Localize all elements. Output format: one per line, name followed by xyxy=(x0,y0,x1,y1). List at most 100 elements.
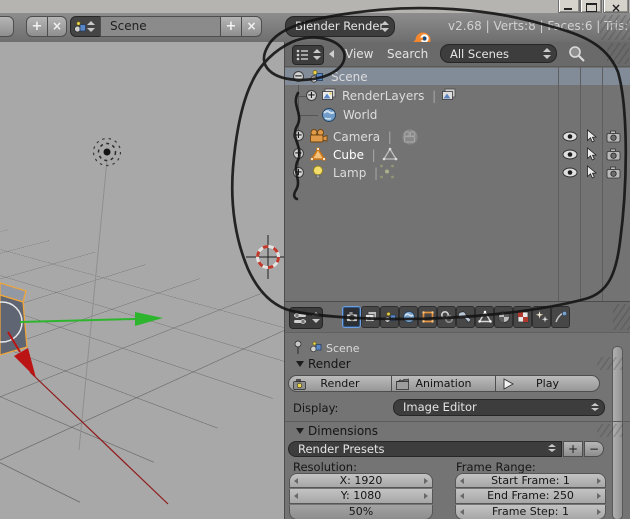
render-panel-title[interactable]: Render xyxy=(308,357,351,371)
slider-left-arrow-icon[interactable] xyxy=(294,493,298,499)
outliner-editor: View Search All Scenes − Scene + RenderL… xyxy=(285,42,630,301)
visibility-eye-icon[interactable] xyxy=(562,131,578,142)
minimize-icon xyxy=(564,8,572,10)
slider-left-arrow-icon[interactable] xyxy=(460,509,464,515)
tab-material[interactable] xyxy=(494,306,513,328)
search-icon[interactable] xyxy=(567,44,587,64)
selectability-cursor-icon[interactable] xyxy=(586,165,598,179)
collapse-menus-icon[interactable] xyxy=(329,50,334,58)
cube-object[interactable] xyxy=(0,282,28,356)
expand-icon[interactable]: + xyxy=(293,130,304,141)
breadcrumb[interactable]: Scene xyxy=(326,342,360,355)
blender-window: × + × Scene + × Blender Render v2.68 | V… xyxy=(0,0,630,519)
restore-icon xyxy=(586,3,597,12)
scene-name-field[interactable]: Scene xyxy=(100,16,221,37)
frame-range-label: Frame Range: xyxy=(456,460,536,474)
updown-arrows-icon xyxy=(87,20,95,33)
pin-icon[interactable] xyxy=(293,340,305,355)
tab-texture[interactable] xyxy=(513,306,532,328)
renderability-camera-icon[interactable] xyxy=(606,148,621,161)
play-icon xyxy=(503,378,514,390)
slider-right-arrow-icon[interactable] xyxy=(597,509,601,515)
tab-object[interactable] xyxy=(418,306,437,328)
panel-divider xyxy=(285,421,630,422)
scene-unlink-button[interactable]: × xyxy=(241,16,262,37)
slider-left-arrow-icon[interactable] xyxy=(460,478,464,484)
window-restore-button[interactable] xyxy=(580,0,602,13)
play-button[interactable]: Play xyxy=(496,375,600,392)
editor-type-dropdown[interactable] xyxy=(289,307,323,329)
scene-icon xyxy=(310,341,322,353)
tab-modifiers[interactable] xyxy=(456,306,475,328)
tab-render-layers[interactable] xyxy=(361,306,380,328)
expand-icon[interactable]: + xyxy=(306,90,317,101)
properties-corner-resize[interactable] xyxy=(613,304,630,330)
collapse-icon[interactable]: − xyxy=(293,71,304,82)
selectability-cursor-icon[interactable] xyxy=(586,147,598,161)
dimensions-panel-title[interactable]: Dimensions xyxy=(308,424,378,438)
tree-connector xyxy=(298,115,318,116)
slider-right-arrow-icon[interactable] xyxy=(597,478,601,484)
screen-add-button[interactable]: + xyxy=(26,16,48,37)
cursor-3d xyxy=(246,235,284,279)
lamp-data-icon[interactable] xyxy=(379,164,395,179)
menu-view[interactable]: View xyxy=(345,47,373,61)
visibility-eye-icon[interactable] xyxy=(562,167,578,178)
panel-drag-widget[interactable] xyxy=(597,424,623,437)
tab-world[interactable] xyxy=(399,306,418,328)
renderlayers-data-icon[interactable] xyxy=(441,88,457,103)
tab-object-data[interactable] xyxy=(475,306,494,328)
slider-left-arrow-icon[interactable] xyxy=(294,478,298,484)
animation-button[interactable]: Animation xyxy=(392,375,496,392)
scene-add-button[interactable]: + xyxy=(220,16,242,37)
selectability-cursor-icon[interactable] xyxy=(586,129,598,143)
panel-collapse-icon[interactable] xyxy=(296,361,304,367)
editor-type-dropdown[interactable] xyxy=(292,45,324,65)
slider-left-arrow-icon[interactable] xyxy=(460,493,464,499)
resolution-label: Resolution: xyxy=(293,460,357,474)
tab-scene[interactable] xyxy=(380,306,399,328)
header-partial-widget[interactable] xyxy=(0,16,14,37)
window-close-button[interactable]: × xyxy=(603,0,629,15)
display-dropdown[interactable]: Image Editor xyxy=(393,399,605,416)
panel-collapse-icon[interactable] xyxy=(296,428,304,434)
preset-remove-button[interactable]: − xyxy=(584,441,604,457)
slider-right-arrow-icon[interactable] xyxy=(424,493,428,499)
outliner-corner-resize[interactable] xyxy=(607,43,629,64)
expand-icon[interactable]: + xyxy=(293,148,304,159)
visibility-eye-icon[interactable] xyxy=(562,149,578,160)
mesh-data-icon[interactable] xyxy=(382,147,398,161)
viewport-3d[interactable] xyxy=(0,42,285,519)
render-button[interactable]: Render xyxy=(288,375,392,392)
renderlayers-icon xyxy=(322,88,336,100)
menu-search[interactable]: Search xyxy=(387,47,428,61)
header-resize-corner[interactable] xyxy=(600,15,630,40)
display-mode-dropdown[interactable]: All Scenes xyxy=(440,44,557,63)
render-presets-dropdown[interactable]: Render Presets xyxy=(288,441,562,457)
render-engine-dropdown[interactable]: Blender Render xyxy=(285,16,395,37)
start-frame-slider[interactable]: Start Frame: 1 xyxy=(455,473,606,488)
tab-particles[interactable] xyxy=(532,306,551,328)
expand-icon[interactable]: + xyxy=(293,167,304,178)
camera-data-icon[interactable] xyxy=(400,128,420,146)
updown-arrows-icon xyxy=(543,47,551,60)
preset-add-button[interactable]: + xyxy=(563,441,583,457)
tab-constraints[interactable] xyxy=(437,306,456,328)
renderability-camera-icon[interactable] xyxy=(606,130,621,143)
window-minimize-button[interactable] xyxy=(558,0,580,13)
slider-right-arrow-icon[interactable] xyxy=(597,493,601,499)
tab-render[interactable] xyxy=(342,306,361,328)
physics-icon xyxy=(554,310,567,323)
tab-physics[interactable] xyxy=(551,306,570,328)
resolution-y-slider[interactable]: Y: 1080 xyxy=(289,489,433,504)
renderability-camera-icon[interactable] xyxy=(606,166,621,179)
scene-browse-dropdown[interactable] xyxy=(70,16,101,37)
resolution-x-slider[interactable]: X: 1920 xyxy=(289,473,433,488)
y-axis-arrow[interactable] xyxy=(135,312,163,326)
x-axis-arrow[interactable] xyxy=(14,348,36,378)
slider-right-arrow-icon[interactable] xyxy=(424,478,428,484)
screen-delete-button[interactable]: × xyxy=(47,16,67,37)
end-frame-slider[interactable]: End Frame: 250 xyxy=(455,489,606,504)
properties-editor-icon xyxy=(294,313,306,324)
panel-drag-widget[interactable] xyxy=(597,357,623,370)
